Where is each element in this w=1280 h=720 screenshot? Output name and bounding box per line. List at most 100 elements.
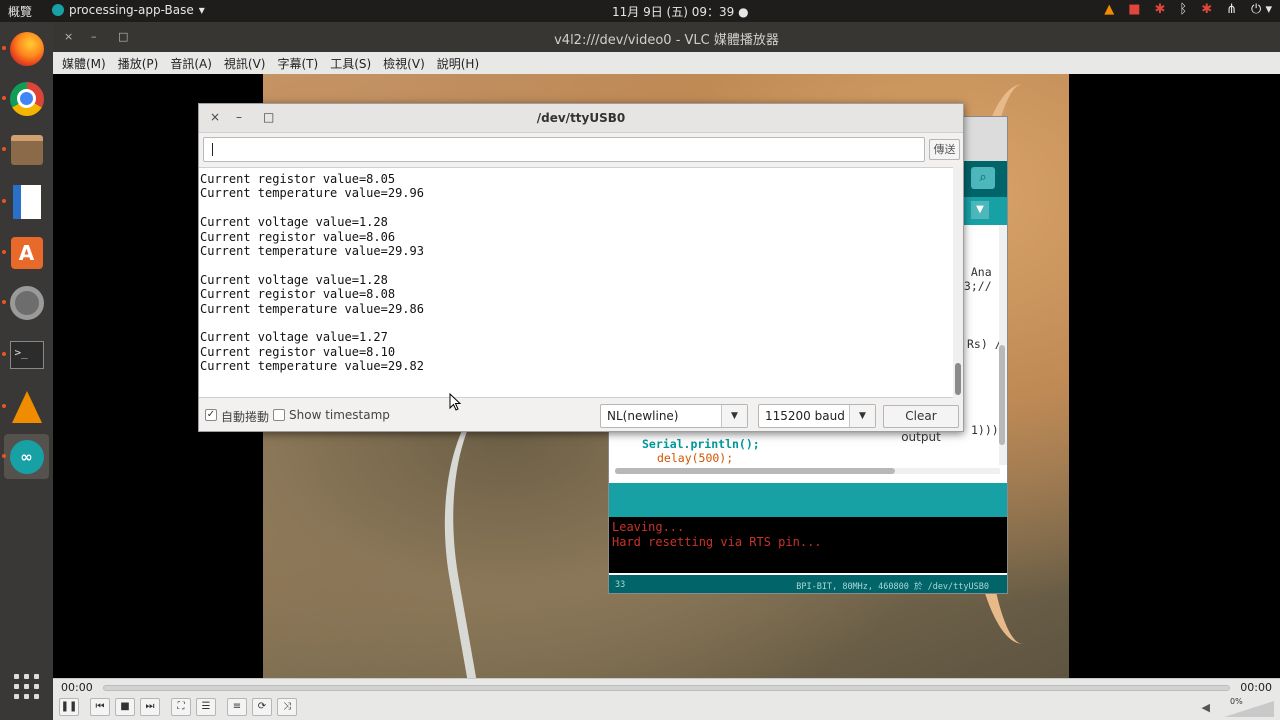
dock-arduino[interactable]: ∞ xyxy=(2,434,49,479)
chevron-down-icon: ▾ xyxy=(198,3,205,17)
menu-media[interactable]: 媒體(M) xyxy=(62,55,106,72)
clock-text: 11月 9日 (五) 09：39 xyxy=(612,5,735,19)
arduino-app-icon xyxy=(52,4,64,16)
loop-button[interactable]: ⟳ xyxy=(252,698,272,716)
board-info: BPI-BIT, 80MHz, 460800 於 /dev/ttyUSB0 xyxy=(796,582,989,592)
clock[interactable]: 11月 9日 (五) 09：39 ● xyxy=(612,3,749,20)
running-indicator xyxy=(2,147,6,151)
app-menu[interactable]: processing-app-Base ▾ xyxy=(52,3,205,17)
editor-horizontal-scrollbar[interactable] xyxy=(615,468,1000,474)
menu-help[interactable]: 說明(H) xyxy=(437,55,479,72)
power-icon[interactable]: ⏻ ▾ xyxy=(1251,2,1272,17)
camera-tray-icon[interactable]: ■ xyxy=(1128,2,1140,17)
app-menu-label: processing-app-Base xyxy=(69,3,194,17)
time-elapsed: 00:00 xyxy=(61,681,93,694)
next-button[interactable]: ⏭ xyxy=(140,698,160,716)
console-line: Hard resetting via RTS pin... xyxy=(612,535,822,549)
software-store-icon: A xyxy=(10,236,43,269)
running-indicator xyxy=(2,46,6,50)
serial-port-title: /dev/ttyUSB0 xyxy=(536,111,626,125)
vlc-tray-icon[interactable]: ▲ xyxy=(1104,2,1114,17)
autoscroll-checkbox[interactable]: ✓ xyxy=(205,409,217,421)
menu-subtitle[interactable]: 字幕(T) xyxy=(277,55,318,72)
serial-output-line: Current registor value=8.08 xyxy=(200,287,396,302)
serial-output-line: Current registor value=8.05 xyxy=(200,172,396,186)
extended-settings-button[interactable]: ☰ xyxy=(196,698,216,716)
settings-icon xyxy=(9,285,44,320)
chrome-icon xyxy=(9,81,44,116)
vlc-titlebar: × – □ v4l2:///dev/video0 - VLC 媒體播放器 xyxy=(53,22,1280,52)
volume-percent: 0% xyxy=(1230,697,1243,706)
serial-output-line: Current temperature value=29.93 xyxy=(200,244,424,258)
serial-monitor-icon[interactable]: ⌕ xyxy=(971,167,995,189)
ide-status-bar xyxy=(609,483,1007,517)
line-ending-select[interactable]: NL(newline) ▼ xyxy=(600,404,748,428)
send-button[interactable]: 傳送 xyxy=(929,139,960,160)
input-method-icon-2[interactable]: ✱ xyxy=(1201,2,1212,17)
seek-bar[interactable] xyxy=(103,685,1230,691)
tab-menu-icon[interactable]: ▼ xyxy=(971,201,989,219)
code-line: Serial.println(); xyxy=(642,437,760,451)
ide-console: Leaving... Hard resetting via RTS pin... xyxy=(609,517,1007,573)
code-line: delay(500); xyxy=(657,451,734,465)
fullscreen-button[interactable]: ⛶ xyxy=(171,698,191,716)
dock-settings[interactable] xyxy=(2,280,49,325)
line-ending-value: NL(newline) xyxy=(607,409,679,423)
files-icon xyxy=(10,134,43,165)
scroll-thumb[interactable] xyxy=(615,468,895,474)
dock-firefox[interactable] xyxy=(2,26,49,71)
serial-monitor-window: × – □ /dev/ttyUSB0 傳送 Current registor v… xyxy=(198,103,964,444)
baud-rate-select[interactable]: 115200 baud ▼ xyxy=(758,404,876,428)
dock-vlc[interactable] xyxy=(2,384,49,429)
scroll-thumb[interactable] xyxy=(999,345,1005,445)
clock-dot: ● xyxy=(738,5,749,19)
serial-output-line: Current registor value=8.10 xyxy=(200,344,396,359)
vlc-window-title: v4l2:///dev/video0 - VLC 媒體播放器 xyxy=(554,33,779,48)
arduino-icon: ∞ xyxy=(9,439,44,474)
vlc-controls: 00:00 00:00 ❚❚ ⏮ ■ ⏭ ⛶ ☰ ≡ ⟳ ⤨ ◀ 0% xyxy=(53,678,1280,720)
volume-slider[interactable]: 0% xyxy=(1218,697,1274,717)
dock-writer[interactable] xyxy=(2,179,49,224)
menu-tools[interactable]: 工具(S) xyxy=(330,55,371,72)
send-input[interactable] xyxy=(203,137,925,162)
serial-output[interactable]: Current registor value=8.05 Current tempe… xyxy=(199,167,953,398)
serial-output-line: Current temperature value=29.96 xyxy=(200,186,424,201)
bluetooth-icon[interactable]: ᛒ xyxy=(1179,2,1187,17)
menu-view[interactable]: 檢視(V) xyxy=(383,55,425,72)
show-apps-icon[interactable] xyxy=(14,674,40,700)
vlc-menubar: 媒體(M) 播放(P) 音訊(A) 視訊(V) 字幕(T) 工具(S) 檢視(V… xyxy=(53,52,1280,74)
menu-audio[interactable]: 音訊(A) xyxy=(170,55,212,72)
dock-files[interactable] xyxy=(2,127,49,172)
baud-rate-value: 115200 baud xyxy=(765,409,845,423)
stop-button[interactable]: ■ xyxy=(115,698,135,716)
chevron-down-icon: ▼ xyxy=(721,405,747,427)
dock-terminal[interactable]: >_ xyxy=(2,332,49,377)
line-number: 33 xyxy=(615,580,626,590)
menu-playback[interactable]: 播放(P) xyxy=(118,55,159,72)
menu-video[interactable]: 視訊(V) xyxy=(224,55,266,72)
network-icon[interactable]: ⋔ xyxy=(1226,2,1237,17)
serial-output-line: Current temperature value=29.86 xyxy=(200,301,424,316)
console-line: Leaving... xyxy=(612,520,685,534)
pause-button[interactable]: ❚❚ xyxy=(59,698,79,716)
dock-software[interactable]: A xyxy=(2,230,49,275)
writer-icon xyxy=(12,184,41,219)
previous-button[interactable]: ⏮ xyxy=(90,698,110,716)
running-indicator xyxy=(2,454,6,458)
clear-output-button[interactable]: Clear output xyxy=(883,405,959,444)
input-method-icon[interactable]: ✱ xyxy=(1155,2,1166,17)
timestamp-checkbox[interactable] xyxy=(273,409,285,421)
shuffle-button[interactable]: ⤨ xyxy=(277,698,297,716)
scroll-thumb[interactable] xyxy=(955,363,961,395)
output-scrollbar[interactable] xyxy=(953,167,963,398)
firefox-icon xyxy=(9,31,44,66)
playlist-button[interactable]: ≡ xyxy=(227,698,247,716)
serial-titlebar: × – □ /dev/ttyUSB0 xyxy=(199,104,963,133)
activities-button[interactable]: 概覽 xyxy=(8,3,32,20)
dock-chrome[interactable] xyxy=(2,76,49,121)
speaker-icon[interactable]: ◀ xyxy=(1202,701,1210,714)
serial-output-line: Current voltage value=1.27 xyxy=(200,330,388,345)
running-indicator xyxy=(2,96,6,100)
editor-vertical-scrollbar[interactable] xyxy=(999,225,1007,465)
code-line: Rs) / xyxy=(967,337,1002,351)
